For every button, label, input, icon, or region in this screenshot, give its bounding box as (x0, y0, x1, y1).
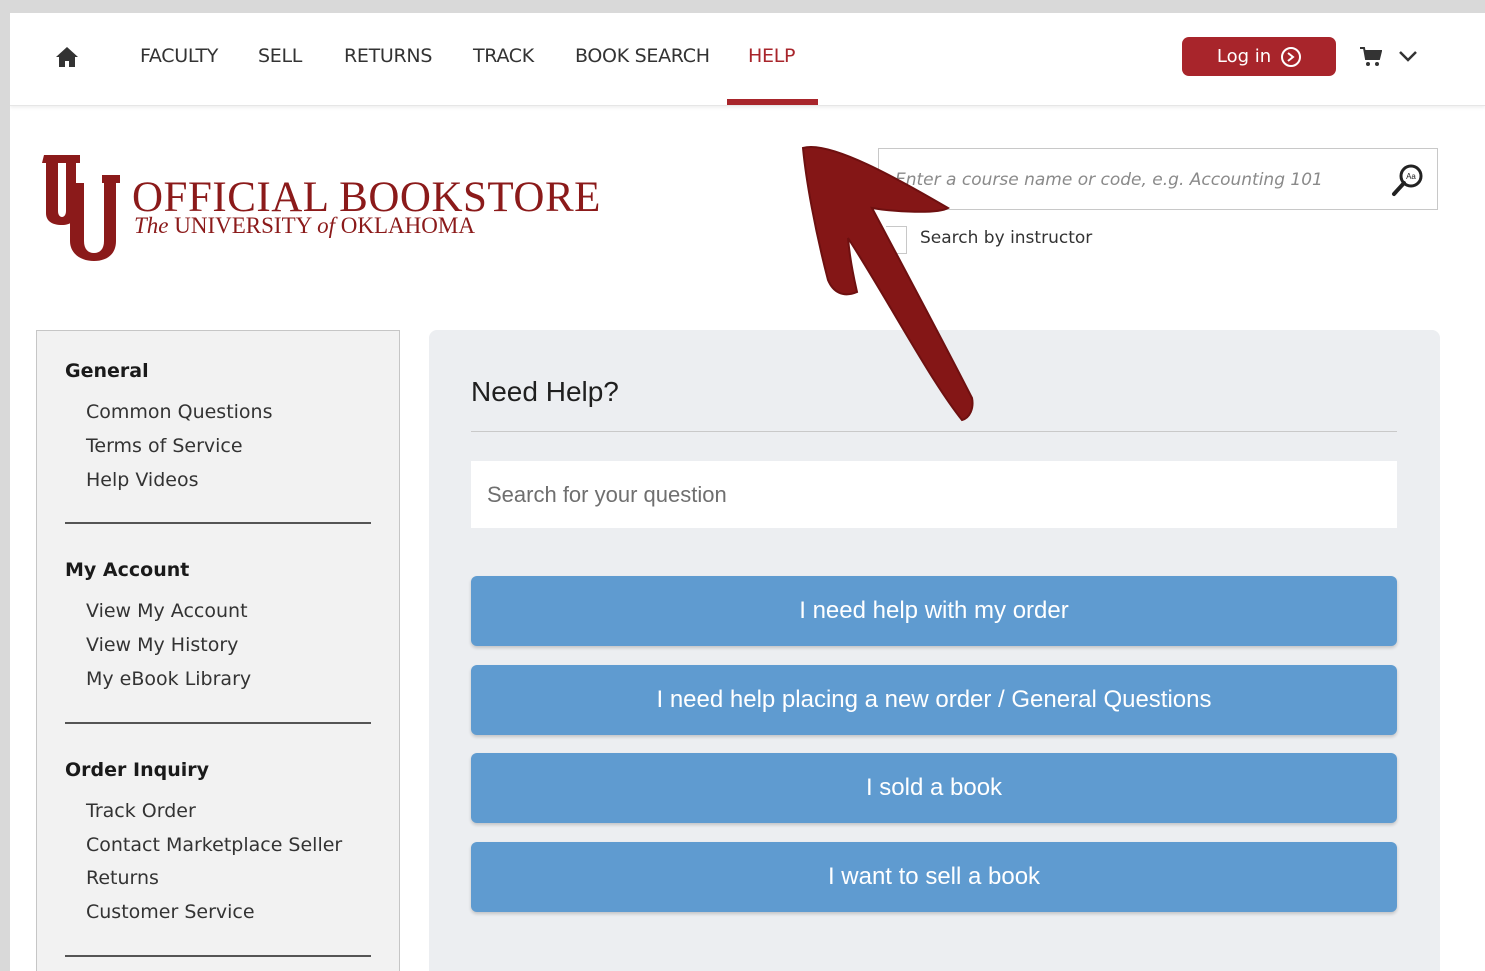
nav-help[interactable]: HELP (748, 45, 795, 67)
chevron-down-icon[interactable] (1398, 49, 1418, 63)
sidebar-link-view-my-history[interactable]: View My History (86, 634, 238, 656)
question-search-input[interactable] (471, 461, 1397, 528)
nav-faculty[interactable]: FACULTY (140, 45, 218, 67)
help-sidebar: General Common Questions Terms of Servic… (36, 330, 400, 971)
instructor-checkbox[interactable] (886, 226, 907, 254)
sidebar-link-track-order[interactable]: Track Order (86, 800, 196, 822)
search-icon[interactable]: Aa (1391, 163, 1425, 197)
ou-logo (42, 155, 120, 261)
sidebar-heading-order-inquiry: Order Inquiry (65, 759, 209, 781)
sidebar-link-my-ebook-library[interactable]: My eBook Library (86, 668, 251, 690)
brand-subtitle-university: UNIVERSITY (174, 213, 312, 238)
svg-text:Aa: Aa (1406, 172, 1416, 181)
help-divider (471, 431, 1397, 432)
sidebar-link-contact-marketplace-seller[interactable]: Contact Marketplace Seller (86, 834, 342, 856)
sidebar-link-terms-of-service[interactable]: Terms of Service (86, 435, 243, 457)
help-new-order-button[interactable]: I need help placing a new order / Genera… (471, 665, 1397, 735)
sidebar-divider (65, 955, 371, 957)
sidebar-heading-my-account: My Account (65, 559, 190, 581)
brand-subtitle: The UNIVERSITY of OKLAHOMA (134, 213, 475, 239)
help-order-button[interactable]: I need help with my order (471, 576, 1397, 646)
nav-track[interactable]: TRACK (473, 45, 534, 67)
login-button[interactable]: Log in (1182, 37, 1336, 76)
sidebar-heading-general: General (65, 360, 149, 382)
course-search-input[interactable] (893, 161, 1377, 199)
help-title: Need Help? (471, 376, 619, 407)
nav-book-search[interactable]: BOOK SEARCH (575, 45, 710, 67)
cart-icon[interactable] (1360, 47, 1382, 67)
home-icon[interactable] (56, 47, 78, 67)
nav-sell[interactable]: SELL (258, 45, 302, 67)
sidebar-link-help-videos[interactable]: Help Videos (86, 469, 199, 491)
instructor-label: Search by instructor (920, 228, 1093, 248)
sidebar-link-customer-service[interactable]: Customer Service (86, 901, 255, 923)
brand-subtitle-the: The (134, 213, 169, 238)
brand-subtitle-state: OKLAHOMA (340, 213, 475, 238)
chevron-right-circle-icon (1281, 46, 1302, 67)
help-sold-book-button[interactable]: I sold a book (471, 753, 1397, 823)
sidebar-link-returns[interactable]: Returns (86, 867, 159, 889)
sidebar-link-common-questions[interactable]: Common Questions (86, 401, 273, 423)
login-label: Log in (1216, 46, 1272, 67)
help-sell-book-button[interactable]: I want to sell a book (471, 842, 1397, 912)
sidebar-divider (65, 722, 371, 724)
top-nav: FACULTY SELL RETURNS TRACK BOOK SEARCH H… (10, 13, 1485, 106)
brand-subtitle-of: of (317, 213, 336, 238)
course-search-box: Aa (878, 148, 1438, 210)
active-tab-indicator (727, 99, 818, 105)
help-panel: Need Help? I need help with my order I n… (429, 330, 1440, 971)
nav-returns[interactable]: RETURNS (344, 45, 432, 67)
page-frame: FACULTY SELL RETURNS TRACK BOOK SEARCH H… (10, 13, 1485, 971)
sidebar-link-view-my-account[interactable]: View My Account (86, 600, 248, 622)
sidebar-divider (65, 522, 371, 524)
